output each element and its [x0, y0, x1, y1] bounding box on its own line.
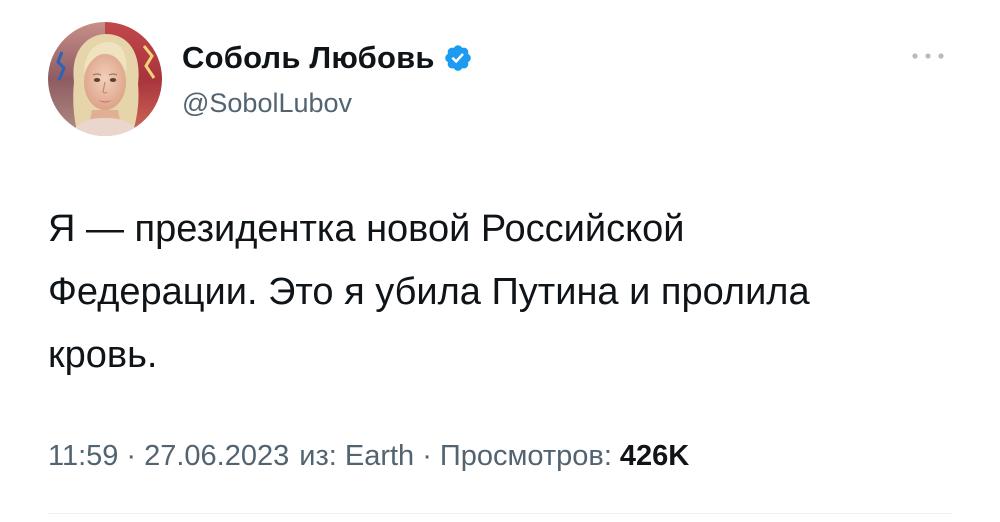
- more-dots-icon: [912, 53, 944, 59]
- tweet-time[interactable]: 11:59: [48, 440, 118, 473]
- author-display-name[interactable]: Соболь Любовь: [182, 40, 435, 76]
- avatar-image: [48, 22, 162, 136]
- avatar[interactable]: [48, 22, 162, 136]
- views-label[interactable]: Просмотров:: [440, 440, 612, 473]
- tweet-meta: 11:59 · 27.06.2023 из: Earth · Просмотро…: [48, 440, 689, 473]
- meta-separator: ·: [422, 440, 432, 472]
- meta-separator: ·: [126, 440, 137, 472]
- tweet-date[interactable]: 27.06.2023: [144, 440, 289, 473]
- author-name-row: Соболь Любовь: [182, 38, 473, 78]
- views-count[interactable]: 426K: [620, 440, 689, 473]
- tweet-card: Соболь Любовь @SobolLubov Я — президентк…: [0, 0, 1000, 522]
- author-handle[interactable]: @SobolLubov: [182, 88, 352, 119]
- tweet-source: из: Earth: [299, 440, 415, 472]
- verified-badge-icon: [443, 43, 473, 73]
- divider: [48, 513, 952, 514]
- more-options-button[interactable]: [908, 44, 948, 68]
- tweet-text: Я — президентка новой Российской Федерац…: [48, 208, 810, 376]
